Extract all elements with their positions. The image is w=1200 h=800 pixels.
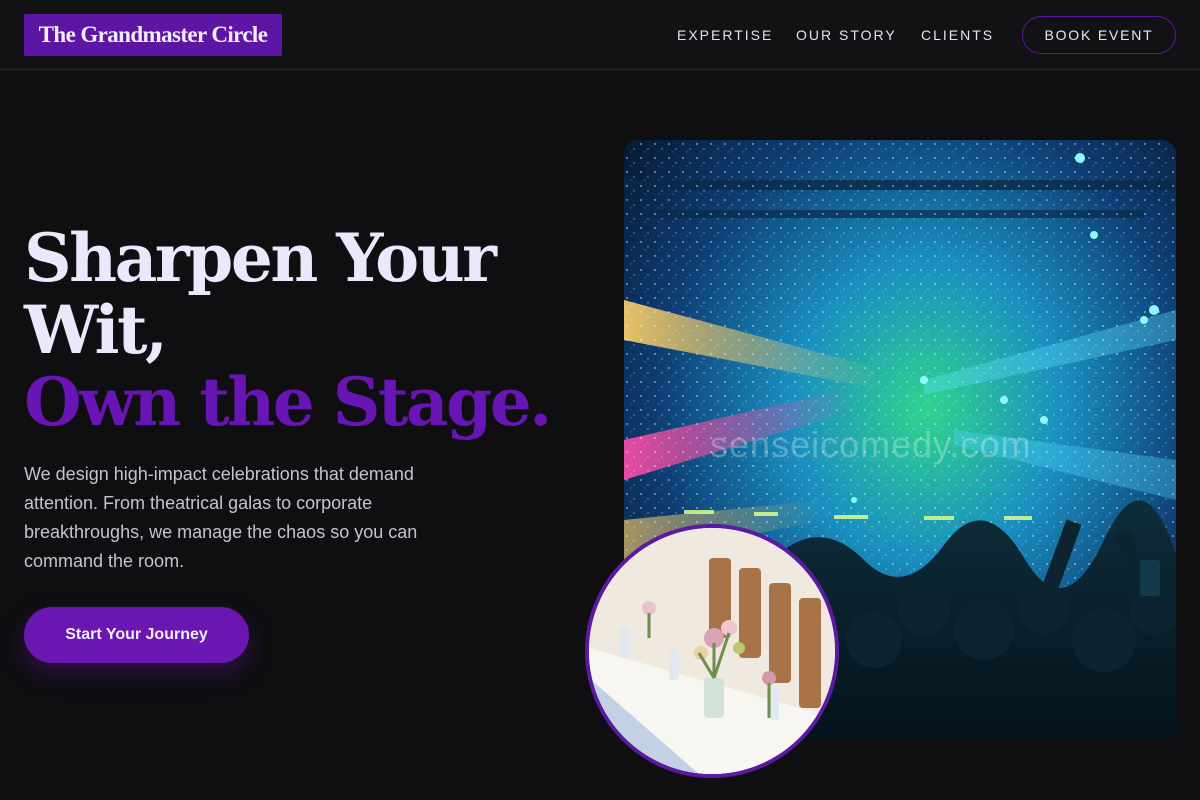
- hero-title-line-1: Sharpen Your Wit,: [24, 219, 497, 369]
- hero-title: Sharpen Your Wit, Own the Stage.: [24, 222, 584, 438]
- top-navigation-bar: The Grandmaster Circle EXPERTISE OUR STO…: [0, 0, 1200, 70]
- watermark-text: senseicomedy.com: [710, 424, 1032, 465]
- nav-links: EXPERTISE OUR STORY CLIENTS: [0, 0, 1200, 70]
- nav-link-our-story[interactable]: OUR STORY: [796, 26, 897, 44]
- nav-link-expertise[interactable]: EXPERTISE: [677, 26, 773, 44]
- nav-link-clients[interactable]: CLIENTS: [921, 26, 994, 44]
- start-journey-button[interactable]: Start Your Journey: [24, 607, 249, 663]
- banquet-table-image: [585, 524, 839, 778]
- book-event-button[interactable]: BOOK EVENT: [1022, 16, 1176, 54]
- hero-subtitle: We design high-impact celebrations that …: [24, 464, 418, 571]
- banquet-illustration: [589, 528, 835, 774]
- hero-title-accent: Own the Stage.: [24, 363, 552, 441]
